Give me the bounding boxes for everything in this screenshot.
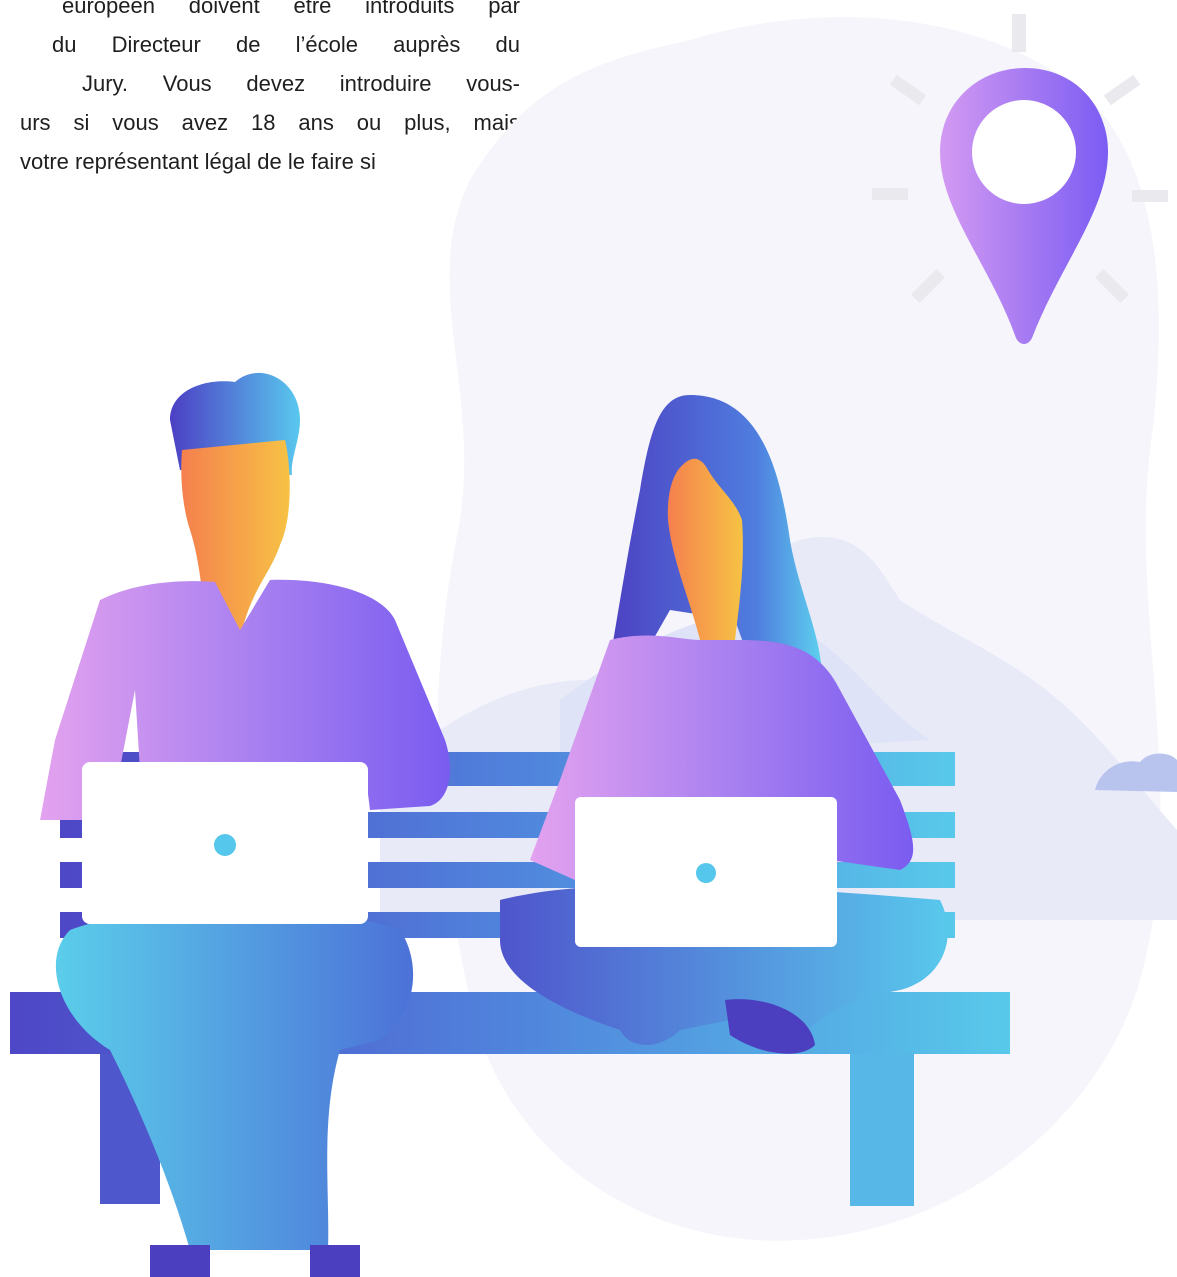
laptop-icon bbox=[575, 797, 837, 947]
man-shoe bbox=[310, 1245, 360, 1277]
laptop-icon bbox=[82, 762, 368, 924]
man-shoe bbox=[150, 1245, 210, 1277]
illustration-people-on-bench bbox=[10, 14, 1177, 1277]
